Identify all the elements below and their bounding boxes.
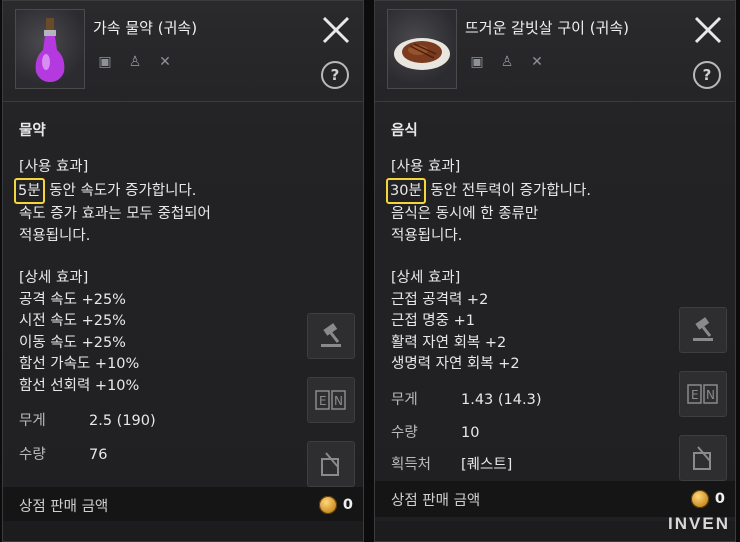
gavel-icon [693,317,713,341]
storage-icon: ▣ [98,54,112,70]
detail-effect-header: [상세 효과] [391,270,461,286]
detail-effect-item: 활력 자연 회복 +2 [391,334,507,351]
link-item-button[interactable] [679,435,727,481]
item-thumbnail [387,9,457,89]
svg-text:E: E [691,388,699,402]
svg-text:N: N [706,388,715,402]
weight-value: 1.43 (14.3) [461,391,542,408]
item-thumbnail [15,9,85,89]
sell-price-bar: 상점 판매 금액 0 [3,487,363,523]
detail-effect-item: 근접 공격력 +2 [391,291,489,308]
use-effect-header: [사용 효과] [391,158,461,175]
detail-effect-item: 생명력 자연 회복 +2 [391,356,520,372]
silver-coin-icon [690,490,709,508]
item-category: 물약 [19,123,46,139]
item-attribute-icons: ▣ ♙ ✕ [95,53,175,71]
weight-label: 무게 [391,391,418,408]
quill-paper-icon [321,452,339,476]
character-icon: ♙ [500,54,514,70]
detail-effect-item: 시전 속도 +25% [19,313,126,329]
storage-icon: ▣ [470,54,484,70]
use-effect-line: 5분 동안 속도가 증가합니다. [14,178,307,204]
potion-icon [35,18,65,82]
sell-price-label: 상점 판매 금액 [391,492,481,509]
use-effect-text: 동안 전투력이 증가합니다. [430,183,591,199]
gavel-icon [321,323,341,347]
detail-effect-item: 이동 속도 +25% [19,334,126,351]
item-title: 뜨거운 갈빗살 구이 (귀속) [465,19,630,37]
svg-text:E: E [319,394,327,408]
help-icon[interactable]: ? [321,61,349,89]
item-tooltip-panel: 뜨거운 갈빗살 구이 (귀속) ▣ ♙ ✕ ? 음식 [사용 효과] 30분 동… [374,0,736,542]
help-icon[interactable]: ? [693,61,721,89]
crossed-swords-icon: ✕ [531,54,543,70]
source-value: [퀘스트] [461,456,513,473]
item-title: 가속 물약 (귀속) [93,19,198,37]
en-language-icon: E N [687,384,718,404]
side-actions: E N [679,307,727,481]
sell-price-label: 상점 판매 금액 [19,498,109,515]
use-effect-line: 속도 증가 효과는 모두 중첩되어 [19,206,211,222]
quantity-row: 수량 76 [19,445,307,467]
detail-effect-item: 공격 속도 +25% [19,291,126,308]
source-label: 획득처 [391,456,432,473]
source-row: 획득처 [퀘스트] [391,455,679,477]
silver-coin-icon [318,496,337,514]
character-icon: ♙ [128,54,142,70]
item-tooltip-panel: 가속 물약 (귀속) ▣ ♙ ✕ ? 물약 [사용 효과] 5분 동안 속도가 … [2,0,364,542]
weight-label: 무게 [19,413,46,429]
use-effect-line: 적용됩니다. [19,227,91,244]
quantity-row: 수량 10 [391,423,679,445]
item-category: 음식 [391,123,418,139]
language-toggle-button[interactable]: E N [679,371,727,417]
detail-effect-item: 함선 선회력 +10% [19,377,140,394]
crossed-swords-icon: ✕ [159,54,171,70]
weight-value: 2.5 (190) [89,413,156,429]
watermark: INVEN [668,514,730,533]
detail-effect-item: 함선 가속도 +10% [19,356,140,372]
quantity-label: 수량 [19,446,46,463]
duration-highlight: 30분 [386,178,426,204]
detail-effect-header: [상세 효과] [19,270,89,286]
language-toggle-button[interactable]: E N [307,377,355,423]
item-description: 물약 [사용 효과] 5분 동안 속도가 증가합니다. 속도 증가 효과는 모두… [14,121,307,467]
use-effect-line: 적용됩니다. [391,227,463,244]
close-icon[interactable] [321,15,351,45]
sell-price-value: 0 [342,497,353,513]
weight-row: 무게 1.43 (14.3) [391,390,679,412]
use-effect-line: 30분 동안 전투력이 증가합니다. [386,178,679,204]
use-effect-line: 음식은 동시에 한 종류만 [391,206,539,222]
item-attribute-icons: ▣ ♙ ✕ [467,53,547,71]
quantity-value: 76 [89,446,108,463]
link-item-button[interactable] [307,441,355,487]
auction-button[interactable] [679,307,727,353]
use-effect-header: [사용 효과] [19,158,89,175]
side-actions: E N [307,313,355,487]
quill-paper-icon [693,446,711,470]
use-effect-text: 동안 속도가 증가합니다. [49,183,197,199]
close-icon[interactable] [693,15,723,45]
duration-highlight: 5분 [14,178,45,204]
sell-price-bar: 상점 판매 금액 0 [375,481,735,517]
quantity-label: 수량 [391,425,418,441]
quantity-value: 10 [461,425,480,441]
steak-icon [394,38,450,70]
sell-price-value: 0 [714,491,725,507]
auction-button[interactable] [307,313,355,359]
item-description: 음식 [사용 효과] 30분 동안 전투력이 증가합니다. 음식은 동시에 한 … [386,121,679,477]
bottom-bar [3,521,363,541]
divider [3,101,363,102]
en-language-icon: E N [315,390,346,410]
detail-effect-item: 근접 명중 +1 [391,313,475,329]
divider [375,101,735,102]
svg-text:N: N [334,394,343,408]
weight-row: 무게 2.5 (190) [19,411,307,433]
